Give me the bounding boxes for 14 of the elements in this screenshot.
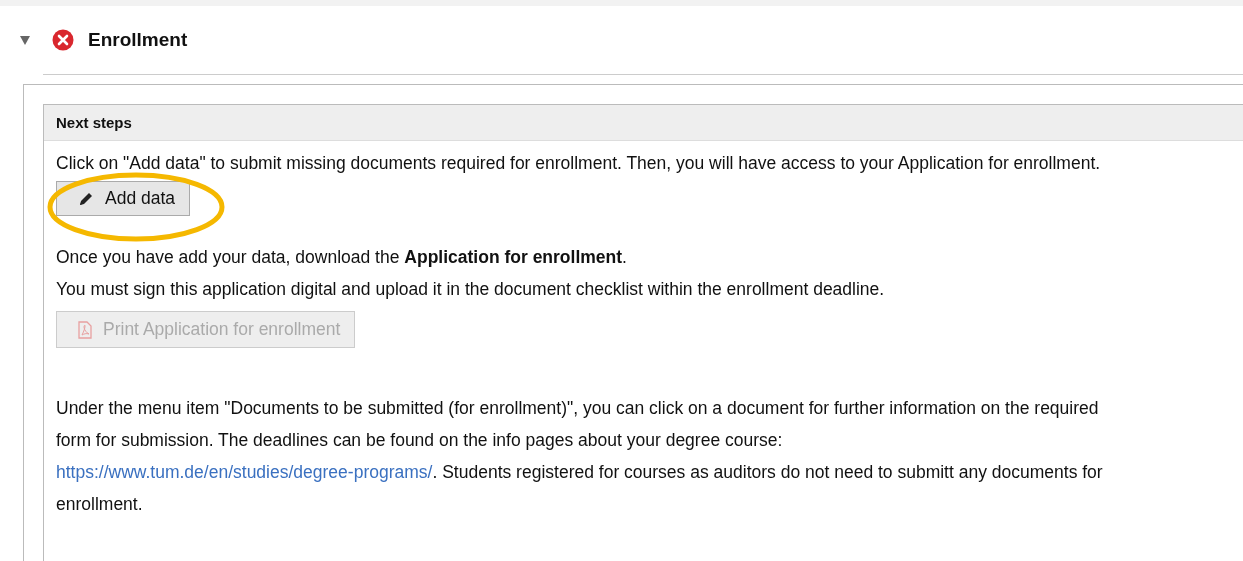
section-title: Enrollment — [88, 29, 188, 51]
add-data-button[interactable]: Add data — [56, 181, 191, 216]
info-text: enrollment. — [56, 493, 144, 516]
panel-header: Next steps — [44, 105, 1243, 141]
degree-programs-link[interactable]: https://www.tum.de/en/studies/degree-programs/ — [56, 462, 433, 482]
instruction-text: Once you have add your data, download the Application for enrollment. — [56, 246, 628, 269]
instruction-text: You must sign this application digital and upload it in the document checklist within the enrollment deadline. — [56, 278, 886, 301]
intro-text: Click on "Add data" to submit missing documents required for enrollment. Then, you will have access to your Application for enrollment. — [56, 152, 1102, 175]
info-text: Under the menu item "Documents to be submitted (for enrollment)", you can click on a document for further information on the required — [56, 397, 1100, 420]
error-icon — [52, 29, 74, 51]
pdf-icon — [77, 320, 93, 339]
info-text: form for submission. The deadlines can be found on the info pages about your degree course: — [56, 429, 784, 452]
collapse-triangle-icon[interactable] — [20, 35, 30, 45]
info-text: . Students registered for courses as auditors do not need to submitt any documents for — [432, 462, 1103, 482]
